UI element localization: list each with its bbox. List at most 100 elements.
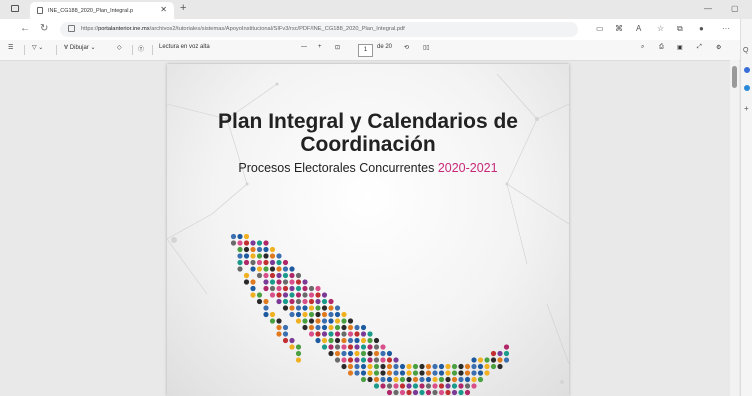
- map-dot: [360, 357, 367, 363]
- map-dot: [347, 370, 354, 376]
- map-dot: [393, 370, 399, 376]
- map-dot: [471, 357, 477, 363]
- document-icon: [37, 7, 43, 14]
- map-dot: [471, 363, 477, 370]
- map-dot: [250, 259, 256, 266]
- map-dot: [425, 376, 432, 383]
- map-dot: [289, 337, 295, 344]
- map-dot: [243, 233, 250, 240]
- refresh-icon[interactable]: ↻: [40, 23, 48, 34]
- zoom-in-button[interactable]: +: [318, 44, 322, 50]
- map-dot: [484, 357, 490, 363]
- map-dot: [321, 318, 328, 324]
- map-dot: [347, 344, 354, 350]
- minimize-icon[interactable]: —: [704, 4, 712, 13]
- draw-label: Dibujar: [69, 45, 89, 51]
- map-dot: [295, 350, 302, 357]
- contents-icon[interactable]: ☰: [8, 44, 13, 51]
- sidebar-app-icon[interactable]: [744, 67, 750, 73]
- map-dot: [282, 272, 289, 279]
- map-dot: [373, 363, 380, 370]
- map-dot: [237, 240, 243, 246]
- map-dot: [464, 389, 471, 396]
- map-dot: [321, 305, 328, 311]
- url-field[interactable]: https://portalanterior.ine.mx/archivos2/…: [60, 22, 578, 37]
- map-dot: [412, 383, 419, 389]
- map-dot: [464, 376, 471, 383]
- restore-icon[interactable]: ▢: [731, 4, 739, 13]
- map-dot: [256, 240, 263, 246]
- page-number-input[interactable]: 1: [358, 44, 373, 57]
- map-dot: [263, 246, 269, 253]
- map-dot: [445, 376, 451, 383]
- back-icon[interactable]: ←: [20, 23, 30, 34]
- map-dot: [380, 350, 386, 357]
- map-dot: [295, 318, 302, 324]
- apps-icon[interactable]: ⌘: [615, 24, 623, 33]
- map-dot: [263, 305, 269, 311]
- map-dot: [328, 331, 334, 337]
- map-dot: [282, 292, 289, 298]
- collections-icon[interactable]: ⧉: [677, 24, 683, 34]
- map-dot: [295, 279, 302, 285]
- map-dot: [256, 292, 263, 298]
- sidebar-add-icon[interactable]: +: [744, 104, 749, 113]
- lock-icon: [68, 25, 75, 32]
- map-dot: [334, 311, 341, 318]
- map-dot: [445, 389, 451, 396]
- draw-button[interactable]: ∀ Dibujar ⌄: [64, 44, 96, 51]
- url-prefix: https://: [81, 26, 99, 32]
- favorite-icon[interactable]: ☆: [657, 24, 664, 33]
- map-dot: [315, 292, 321, 298]
- read-aloud-icon[interactable]: A: [636, 24, 641, 33]
- highlight-icon[interactable]: ▽ ⌄: [32, 44, 43, 51]
- map-dot: [276, 298, 282, 305]
- map-dot: [464, 370, 471, 376]
- eraser-icon[interactable]: ◇: [117, 44, 122, 51]
- reader-view-icon[interactable]: ▭: [596, 24, 604, 33]
- map-dot: [315, 337, 321, 344]
- sidebar-app-icon[interactable]: [744, 85, 750, 91]
- scrollbar-thumb[interactable]: [732, 66, 737, 88]
- map-dot: [380, 376, 386, 383]
- map-dot: [295, 344, 302, 350]
- print-icon[interactable]: ⎙: [659, 44, 664, 51]
- map-dot: [497, 350, 503, 357]
- map-dot: [250, 246, 256, 253]
- map-dot: [503, 344, 510, 350]
- tab-actions-icon[interactable]: [11, 5, 19, 12]
- map-dot: [302, 298, 308, 305]
- save-icon[interactable]: ▣: [677, 44, 683, 51]
- fullscreen-icon[interactable]: ⤢: [697, 44, 702, 51]
- profile-icon[interactable]: ●: [699, 24, 704, 33]
- text-icon[interactable]: Ⓣ: [138, 44, 144, 53]
- search-icon[interactable]: ⌕: [641, 44, 644, 51]
- map-dot: [464, 383, 471, 389]
- map-dot: [399, 376, 406, 383]
- zoom-out-button[interactable]: —: [301, 44, 307, 50]
- page-view-icon[interactable]: ▯▯: [423, 44, 430, 51]
- settings-icon[interactable]: ⚙: [716, 44, 721, 51]
- close-tab-icon[interactable]: ✕: [160, 5, 167, 14]
- read-aloud-button[interactable]: Lectura en voz alta: [159, 44, 210, 50]
- map-dot: [393, 363, 399, 370]
- map-dot: [490, 350, 497, 357]
- rotate-icon[interactable]: ⟲: [404, 44, 409, 51]
- map-dot: [380, 363, 386, 370]
- map-dot: [367, 376, 373, 383]
- map-dot: [269, 311, 276, 318]
- map-dot: [237, 233, 243, 240]
- map-dot: [282, 324, 289, 331]
- more-icon[interactable]: ···: [722, 24, 730, 33]
- map-dot: [354, 337, 360, 344]
- new-tab-button[interactable]: +: [180, 2, 186, 14]
- fit-page-icon[interactable]: ⊡: [335, 44, 340, 51]
- map-dot: [367, 344, 373, 350]
- scrollbar[interactable]: [730, 60, 739, 396]
- map-dot: [289, 279, 295, 285]
- map-dot: [341, 344, 347, 350]
- tab-pdf[interactable]: INE_CG188_2020_Plan_Integral.p ✕: [30, 2, 174, 19]
- sidebar-search-icon[interactable]: Q: [743, 47, 748, 54]
- map-dot: [308, 298, 315, 305]
- map-dot: [315, 331, 321, 337]
